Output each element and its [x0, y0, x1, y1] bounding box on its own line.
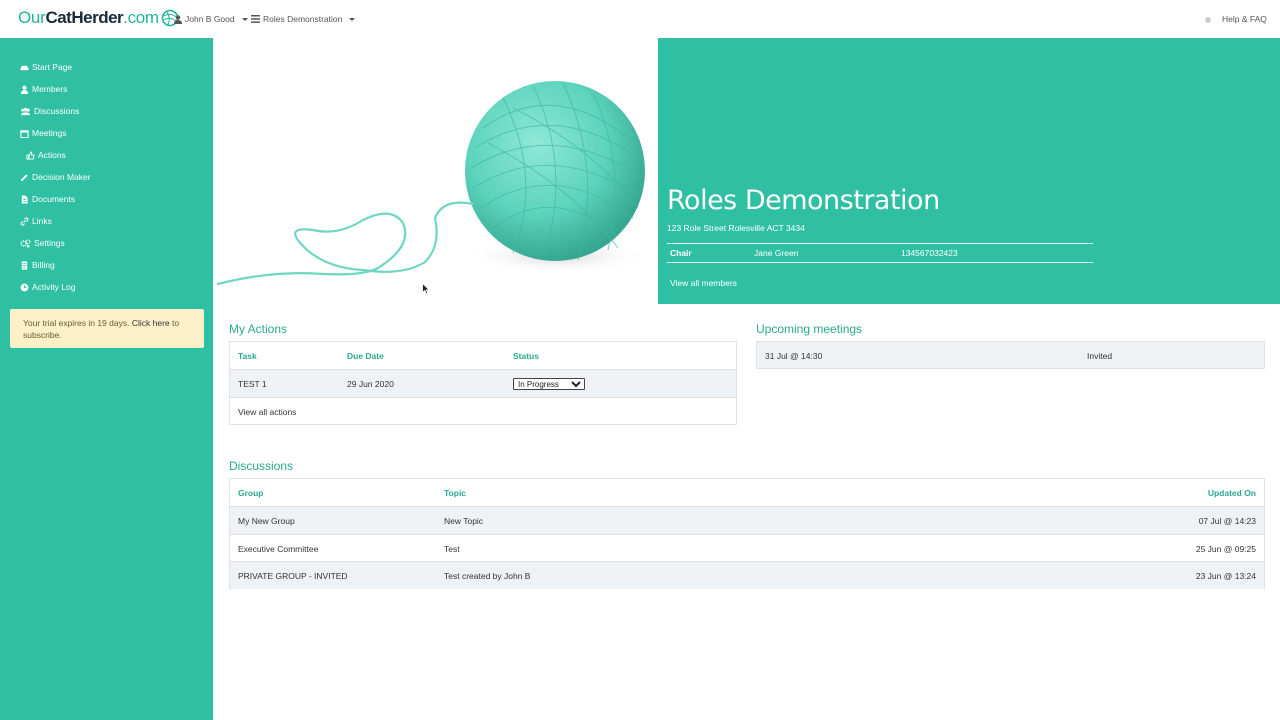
calendar-icon [20, 129, 29, 138]
mouse-cursor-icon [422, 283, 430, 295]
sidebar-item-label: Links [32, 216, 52, 226]
table-row: TEST 1 29 Jun 2020 In Progress [230, 369, 736, 397]
user-icon [20, 85, 29, 94]
sidebar-item-label: Discussions [34, 106, 80, 116]
upcoming-meetings-title: Upcoming meetings [756, 322, 863, 336]
logo-text-our: Our [18, 8, 46, 27]
column-header-topic[interactable]: Topic [444, 488, 466, 498]
pencil-icon [20, 173, 28, 181]
column-header-group[interactable]: Group [238, 488, 264, 498]
my-actions-title: My Actions [229, 322, 288, 336]
discussion-updated: 25 Jun @ 09:25 [1195, 544, 1256, 554]
link-icon [20, 216, 29, 226]
trial-subscribe-link[interactable]: Click here [132, 318, 170, 328]
sidebar-item-documents[interactable]: Documents [20, 194, 75, 204]
sidebar-item-label: Billing [32, 260, 55, 270]
my-actions-table: Task Due Date Status TEST 1 29 Jun 2020 … [229, 341, 737, 425]
table-row[interactable]: PRIVATE GROUP - INVITED Test created by … [230, 561, 1264, 589]
org-name: Roles Demonstration [263, 14, 343, 24]
sidebar: Start Page Members Discussions Meetings … [0, 38, 213, 720]
trial-alert: Your trial expires in 19 days. Click her… [10, 309, 204, 348]
status-dot [1205, 17, 1211, 23]
user-menu[interactable]: John B Good [174, 14, 248, 24]
org-menu[interactable]: Roles Demonstration [251, 14, 356, 24]
discussion-group: PRIVATE GROUP - INVITED [238, 571, 348, 581]
discussion-topic[interactable]: Test [444, 544, 460, 554]
logo-text-catherder: CatHerder [45, 8, 124, 27]
hero-image [213, 38, 658, 304]
column-header-status[interactable]: Status [513, 351, 539, 361]
sidebar-item-discussions[interactable]: Discussions [20, 106, 79, 116]
discussion-updated: 23 Jun @ 13:24 [1195, 571, 1256, 581]
discussions-table: Group Topic Updated On My New Group New … [229, 478, 1265, 589]
trial-text-line2: subscribe. [23, 330, 62, 340]
sidebar-item-label: Decision Maker [32, 172, 91, 182]
sidebar-item-activity-log[interactable]: Activity Log [20, 282, 75, 292]
sidebar-item-billing[interactable]: Billing [20, 260, 55, 270]
table-row[interactable]: Executive Committee Test 25 Jun @ 09:25 [230, 534, 1264, 561]
action-due-date: 29 Jun 2020 [347, 379, 394, 389]
list-icon [251, 15, 260, 23]
discussion-group: Executive Committee [238, 544, 319, 554]
sidebar-item-actions[interactable]: Actions [26, 150, 66, 160]
upcoming-meetings-table: 31 Jul @ 14:30 Invited [756, 341, 1265, 369]
sidebar-item-members[interactable]: Members [20, 84, 67, 94]
member-name: Jane Green [754, 248, 799, 258]
discussions-title: Discussions [229, 459, 294, 473]
member-role: Chair [670, 248, 692, 258]
view-all-members-link[interactable]: View all members [670, 278, 737, 288]
thumbs-up-icon [26, 150, 35, 160]
table-row[interactable]: My New Group New Topic 07 Jul @ 14:23 [230, 506, 1264, 534]
sidebar-item-label: Actions [38, 150, 66, 160]
sidebar-item-start-page[interactable]: Start Page [20, 62, 72, 72]
column-header-due-date[interactable]: Due Date [347, 351, 384, 361]
chevron-down-icon [349, 17, 356, 21]
user-icon [174, 14, 182, 24]
file-icon [21, 194, 28, 204]
discussion-topic[interactable]: New Topic [444, 516, 483, 526]
logo-text-com: .com [123, 8, 159, 27]
discussion-group: My New Group [238, 516, 295, 526]
divider [667, 243, 1093, 244]
sidebar-item-label: Documents [32, 194, 75, 204]
sidebar-item-label: Settings [34, 238, 65, 248]
divider [667, 262, 1093, 263]
action-task[interactable]: TEST 1 [238, 379, 267, 389]
trial-text: Your trial expires in 19 days. [23, 318, 130, 328]
column-header-updated-on[interactable]: Updated On [1208, 488, 1256, 498]
action-status-select[interactable]: In Progress [513, 378, 585, 390]
users-icon [21, 107, 30, 115]
member-phone: 134567032423 [901, 248, 958, 258]
user-name: John B Good [185, 14, 235, 24]
sidebar-item-label: Meetings [32, 128, 67, 138]
car-icon [20, 65, 29, 70]
receipt-icon [21, 260, 28, 270]
help-faq-link[interactable]: Help & FAQ [1222, 14, 1267, 24]
sidebar-item-label: Activity Log [32, 282, 76, 292]
meeting-date[interactable]: 31 Jul @ 14:30 [765, 351, 822, 361]
sidebar-item-links[interactable]: Links [20, 216, 52, 226]
discussion-updated: 07 Jul @ 14:23 [1198, 516, 1256, 526]
top-navbar: Our CatHerder .com John B Good Roles Demon… [0, 0, 1280, 38]
clock-icon [20, 283, 29, 291]
chevron-down-icon [241, 17, 248, 21]
table-row: View all actions [230, 397, 736, 425]
trial-text-suffix: to [172, 318, 180, 328]
gears-icon [20, 238, 31, 248]
sidebar-item-settings[interactable]: Settings [20, 238, 65, 248]
view-all-actions-link[interactable]: View all actions [238, 407, 296, 417]
sidebar-item-label: Members [32, 84, 68, 94]
page-title: Roles Demonstration [667, 185, 940, 216]
sidebar-item-meetings[interactable]: Meetings [20, 128, 67, 138]
sidebar-item-label: Start Page [32, 62, 73, 72]
logo[interactable]: Our CatHerder .com [18, 8, 179, 28]
column-header-task[interactable]: Task [238, 351, 257, 361]
yarn-ball-image [216, 81, 650, 286]
meeting-status: Invited [1087, 351, 1113, 361]
organisation-address: 123 Role Street Rolesville ACT 3434 [667, 223, 805, 233]
discussion-topic[interactable]: Test created by John B [444, 571, 530, 581]
sidebar-item-decision-maker[interactable]: Decision Maker [20, 172, 91, 182]
organisation-header: Roles Demonstration 123 Role Street Role… [658, 38, 1280, 304]
